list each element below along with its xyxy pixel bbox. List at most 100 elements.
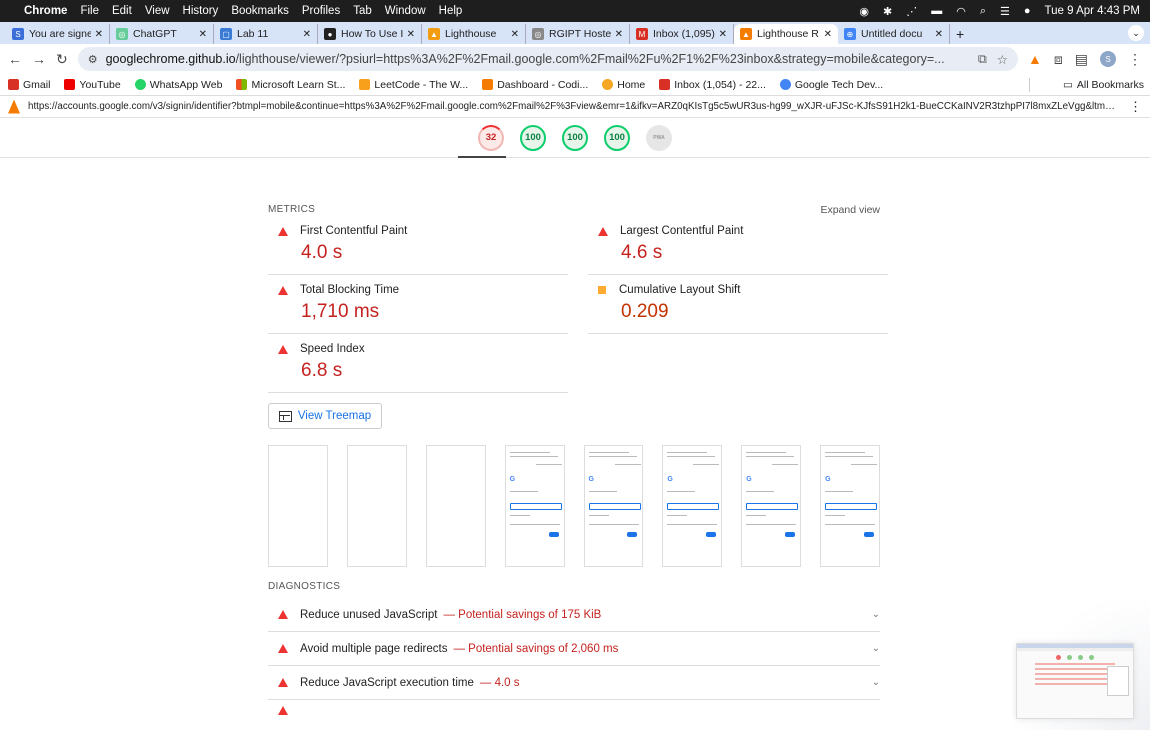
menu-history[interactable]: History — [183, 5, 219, 17]
forward-icon[interactable]: → — [32, 51, 46, 67]
tab-title: Inbox (1,095) — [653, 28, 715, 40]
bookmark-home[interactable]: Home — [602, 79, 645, 91]
gauge-accessibility[interactable]: 100 — [520, 124, 546, 151]
close-icon[interactable]: ✕ — [719, 29, 727, 40]
bookmark-gmail[interactable]: Gmail — [8, 79, 50, 91]
tab-inbox[interactable]: M Inbox (1,095) ✕ — [630, 24, 734, 44]
expand-view-toggle[interactable]: Expand view — [820, 204, 880, 216]
install-app-icon[interactable]: ⧉ — [978, 52, 987, 67]
tab-lighthouse-report[interactable]: ▲ Lighthouse R ✕ — [734, 24, 838, 44]
google-logo-icon: G — [825, 476, 831, 483]
metric-label: Speed Index — [300, 343, 365, 355]
lighthouse-extension-icon[interactable]: ▲ — [1028, 51, 1042, 67]
tab-search-chevron-icon[interactable]: ⌄ — [1128, 25, 1144, 41]
report-url[interactable]: https://accounts.google.com/v3/signin/id… — [28, 101, 1119, 112]
clock[interactable]: Tue 9 Apr 4:43 PM — [1045, 5, 1140, 17]
report-menu-kebab-icon[interactable]: ⋮ — [1129, 99, 1142, 115]
menu-profiles[interactable]: Profiles — [302, 5, 340, 17]
gauge-pwa[interactable]: PWA — [646, 124, 672, 151]
spotlight-icon[interactable]: ⌕ — [980, 5, 986, 18]
display-icon[interactable]: ⋰ — [906, 5, 917, 18]
chevron-down-icon[interactable]: ⌄ — [872, 643, 880, 654]
filmstrip-frame — [425, 445, 486, 567]
tab-title: You are signe — [29, 28, 91, 40]
google-icon — [779, 79, 791, 90]
bluetooth-icon[interactable]: ✱ — [883, 5, 892, 18]
thumbnail-panel — [1107, 666, 1129, 696]
reload-icon[interactable]: ↻ — [56, 51, 68, 68]
metric-label: Cumulative Layout Shift — [619, 284, 741, 296]
tab-how-to-use[interactable]: ● How To Use I ✕ — [318, 24, 422, 44]
filmstrip-frame: G — [820, 445, 880, 567]
close-icon[interactable]: ✕ — [824, 29, 832, 40]
gauge-best-practices[interactable]: 100 — [562, 124, 588, 151]
bookmark-dashboard[interactable]: Dashboard - Codi... — [482, 79, 588, 91]
bookmark-leetcode[interactable]: LeetCode - The W... — [359, 79, 468, 91]
diagnostic-js-execution[interactable]: Reduce JavaScript execution time — 4.0 s… — [268, 666, 880, 700]
close-icon[interactable]: ✕ — [199, 29, 207, 40]
gauge-performance[interactable]: 32 — [478, 124, 504, 151]
bookmark-inbox[interactable]: Inbox (1,054) - 22... — [659, 79, 766, 91]
menu-window[interactable]: Window — [385, 5, 426, 17]
side-panel-icon[interactable]: ▤ — [1075, 51, 1088, 68]
thumbnail-gauges — [1017, 655, 1133, 660]
bookmark-star-icon[interactable]: ☆ — [997, 52, 1008, 67]
close-icon[interactable]: ✕ — [407, 29, 415, 40]
close-icon[interactable]: ✕ — [303, 29, 311, 40]
menu-file[interactable]: File — [80, 5, 99, 17]
wifi-icon[interactable]: ◠ — [956, 5, 966, 18]
new-tab-icon[interactable]: + — [956, 24, 964, 44]
chevron-down-icon[interactable]: ⌄ — [872, 677, 880, 688]
close-icon[interactable]: ✕ — [935, 29, 943, 40]
menu-edit[interactable]: Edit — [112, 5, 132, 17]
tab-chatgpt[interactable]: ◎ ChatGPT ✕ — [110, 24, 214, 44]
menu-tab[interactable]: Tab — [353, 5, 372, 17]
tab-untitled-document[interactable]: ⊕ Untitled docu ✕ — [838, 24, 950, 44]
tab-lighthouse[interactable]: ▲ Lighthouse ✕ — [422, 24, 526, 44]
menu-view[interactable]: View — [145, 5, 170, 17]
close-icon[interactable]: ✕ — [615, 29, 623, 40]
back-icon[interactable]: ← — [8, 51, 22, 67]
fail-triangle-icon — [278, 610, 288, 619]
score-gauges: 32 100 100 100 PWA — [0, 118, 1150, 158]
focus-icon[interactable]: ◉ — [859, 5, 869, 18]
control-center-icon[interactable]: ☰ — [1000, 5, 1010, 18]
tab-you-are-signed[interactable]: S You are signe ✕ — [6, 24, 110, 44]
menu-help[interactable]: Help — [439, 5, 463, 17]
tab-title: Lighthouse R — [757, 28, 819, 40]
filmstrip-frame: G — [741, 445, 802, 567]
metrics-heading: METRICS — [268, 204, 316, 215]
bookmarks-bar: Gmail YouTube WhatsApp Web Microsoft Lea… — [0, 74, 1150, 96]
bookmark-whatsapp[interactable]: WhatsApp Web — [134, 79, 222, 91]
extensions-puzzle-icon[interactable]: ⧈ — [1054, 51, 1063, 68]
menu-bookmarks[interactable]: Bookmarks — [231, 5, 289, 17]
metric-speed-index: Speed Index 6.8 s — [268, 334, 568, 393]
all-bookmarks[interactable]: ▭ All Bookmarks — [1063, 79, 1144, 91]
diagnostic-redirects[interactable]: Avoid multiple page redirects — Potentia… — [268, 632, 880, 666]
menu-app-name[interactable]: Chrome — [24, 5, 67, 17]
screenshot-thumbnail[interactable] — [1016, 643, 1134, 719]
mac-menubar: Chrome File Edit View History Bookmarks … — [0, 0, 1150, 22]
site-info-icon[interactable]: ⚙ — [88, 53, 98, 66]
menu-kebab-icon[interactable]: ⋮ — [1128, 51, 1142, 68]
diagnostic-partial-row[interactable] — [268, 700, 880, 720]
tab-lab-11[interactable]: ▢ Lab 11 ✕ — [214, 24, 318, 44]
google-logo-icon: G — [588, 476, 594, 483]
bookmark-label: LeetCode - The W... — [374, 78, 469, 91]
bookmark-youtube[interactable]: YouTube — [64, 79, 121, 91]
fail-triangle-icon — [598, 226, 608, 236]
address-bar[interactable]: ⚙ googlechrome.github.io/lighthouse/view… — [77, 47, 1018, 71]
gauge-seo[interactable]: 100 — [604, 124, 630, 151]
tab-rgipt-hostel[interactable]: ◎ RGIPT Hoste ✕ — [526, 24, 630, 44]
profile-avatar[interactable]: S — [1100, 51, 1116, 67]
tab-title: RGIPT Hoste — [549, 28, 611, 40]
battery-icon[interactable]: ▬ — [931, 5, 942, 17]
diagnostic-unused-js[interactable]: Reduce unused JavaScript — Potential sav… — [268, 598, 880, 632]
close-icon[interactable]: ✕ — [95, 29, 103, 40]
close-icon[interactable]: ✕ — [511, 29, 519, 40]
view-treemap-button[interactable]: View Treemap — [268, 403, 382, 429]
siri-icon[interactable]: ● — [1024, 5, 1031, 17]
bookmark-microsoft-learn[interactable]: Microsoft Learn St... — [236, 79, 345, 91]
chevron-down-icon[interactable]: ⌄ — [872, 609, 880, 620]
bookmark-google-tech-dev[interactable]: Google Tech Dev... — [779, 79, 883, 91]
